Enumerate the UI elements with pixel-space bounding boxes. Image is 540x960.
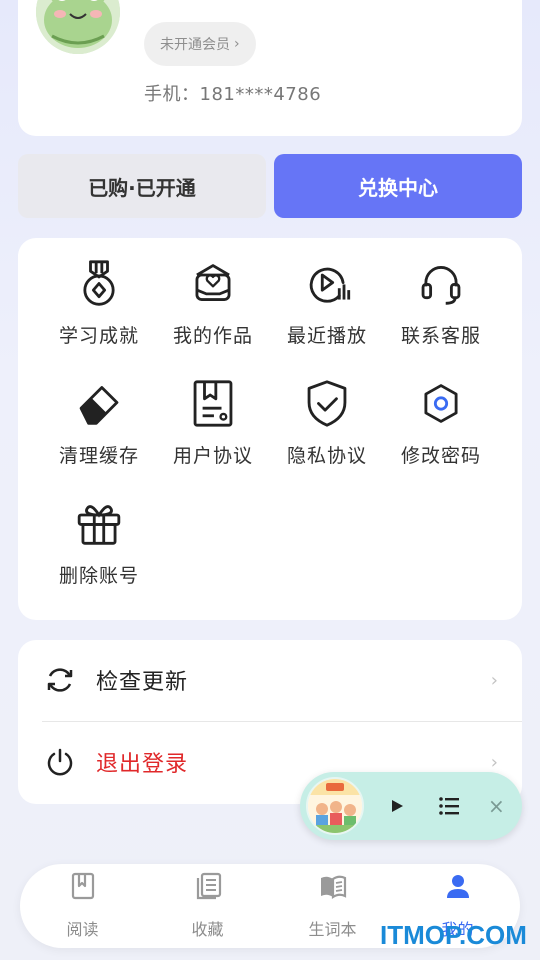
chevron-right-icon: › — [490, 751, 498, 773]
playlist-icon[interactable] — [437, 794, 461, 818]
grid-item-label: 联系客服 — [400, 325, 481, 347]
check-update-label: 检查更新 — [96, 670, 189, 695]
check-update-row[interactable]: 检查更新 › — [18, 640, 522, 720]
gift-icon — [77, 505, 121, 545]
member-status-label: 未开通会员 — [160, 37, 230, 53]
member-status-badge[interactable]: 未开通会员 › — [144, 22, 256, 66]
play-history-icon — [309, 267, 351, 303]
exchange-center-button[interactable]: 兑换中心 — [274, 154, 522, 218]
grid-item-recent-play[interactable]: 最近播放 — [270, 238, 384, 348]
refresh-icon — [47, 668, 73, 692]
grid-item-change-password[interactable]: 修改密码 — [384, 358, 498, 468]
grid-item-label: 清理缓存 — [58, 445, 139, 467]
grid-item-label: 我的作品 — [172, 325, 253, 347]
grid-item-user-agreement[interactable]: 用户协议 — [156, 358, 270, 468]
album-cover[interactable] — [306, 777, 364, 835]
power-icon — [47, 748, 73, 776]
watermark-text: ITMOP.COM — [380, 920, 527, 950]
grid-item-label: 学习成就 — [58, 325, 139, 347]
open-book-icon — [320, 875, 346, 900]
chevron-right-icon: › — [234, 36, 240, 52]
grid-item-label: 用户协议 — [172, 445, 253, 467]
logout-label: 退出登录 — [96, 752, 189, 777]
purchased-button[interactable]: 已购·已开通 — [18, 154, 266, 218]
collection-icon — [196, 872, 221, 900]
grid-item-achievements[interactable]: 学习成就 — [42, 238, 156, 348]
hexagon-settings-icon — [424, 384, 458, 423]
grid-item-delete-account[interactable]: 删除账号 — [42, 478, 156, 588]
document-icon — [193, 380, 233, 427]
eraser-icon — [79, 386, 119, 425]
bookmark-book-icon — [71, 872, 94, 900]
heart-box-icon — [195, 264, 231, 301]
nav-label: 阅读 — [66, 920, 99, 939]
medal-icon — [83, 260, 115, 306]
grid-item-my-works[interactable]: 我的作品 — [156, 238, 270, 348]
grid-item-label: 删除账号 — [58, 565, 139, 587]
frog-avatar-icon — [36, 0, 120, 54]
textbook-cover-icon — [308, 779, 362, 833]
mini-player[interactable]: × — [300, 772, 522, 840]
grid-item-privacy-policy[interactable]: 隐私协议 — [270, 358, 384, 468]
grid-item-label: 最近播放 — [286, 325, 367, 347]
play-icon[interactable] — [386, 794, 408, 818]
phone-number-label: 手机：181****4786 — [144, 84, 322, 105]
grid-item-clear-cache[interactable]: 清理缓存 — [42, 358, 156, 468]
profile-card: 18108794786 未开通会员 › 手机：181****4786 — [18, 0, 522, 136]
shield-check-icon — [307, 380, 347, 427]
grid-item-label: 隐私协议 — [286, 445, 367, 467]
chevron-right-icon: › — [490, 669, 498, 691]
user-icon — [446, 875, 469, 898]
feature-grid: 学习成就 我的作品 最近播放 联系客服 清理缓存 用户协议 隐私协议 修改密码 … — [18, 238, 522, 620]
nav-label: 生词本 — [308, 920, 357, 939]
headset-icon — [421, 266, 461, 305]
close-icon[interactable]: × — [488, 794, 508, 818]
avatar[interactable] — [36, 0, 120, 54]
nav-item-read[interactable]: 阅读 — [20, 864, 145, 948]
nav-label: 收藏 — [191, 920, 224, 939]
nav-item-vocabulary[interactable]: 生词本 — [270, 864, 395, 948]
grid-item-customer-service[interactable]: 联系客服 — [384, 238, 498, 348]
grid-item-label: 修改密码 — [400, 445, 481, 467]
nav-item-favorites[interactable]: 收藏 — [145, 864, 270, 948]
